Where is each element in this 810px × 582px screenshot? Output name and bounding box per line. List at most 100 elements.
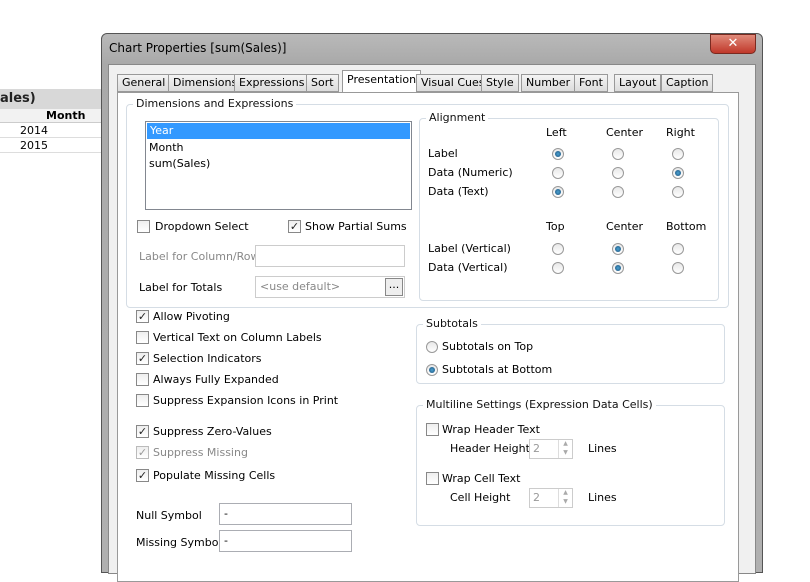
option-label: Suppress Zero-Values — [153, 425, 272, 438]
vertical-alignment-radio[interactable] — [612, 262, 624, 274]
alignment-radio[interactable] — [612, 186, 624, 198]
value: - — [224, 534, 228, 547]
dropdown-select-label: Dropdown Select — [155, 220, 249, 233]
lines-label: Lines — [588, 491, 617, 504]
vertical-alignment-radio[interactable] — [672, 243, 684, 255]
close-button[interactable]: ✕ — [710, 34, 756, 54]
tab-caption[interactable]: Caption — [661, 74, 714, 92]
vertical-alignment-radio[interactable] — [552, 243, 564, 255]
alignment-radio[interactable] — [672, 148, 684, 160]
subtotals-bottom-radio[interactable] — [426, 364, 438, 376]
dialog-title: Chart Properties [sum(Sales)] — [109, 41, 287, 55]
subtotals-bottom-label: Subtotals at Bottom — [442, 363, 553, 376]
browse-label: ... — [388, 278, 400, 291]
label-column-row-input[interactable] — [255, 245, 405, 267]
column-header: Top — [546, 220, 565, 233]
alignment-radio[interactable] — [612, 148, 624, 160]
tab-expressions[interactable]: Expressions — [234, 74, 310, 92]
list-item[interactable]: sum(Sales) — [146, 156, 411, 172]
tab-font[interactable]: Font — [574, 74, 608, 92]
vertical-alignment-radio[interactable] — [672, 262, 684, 274]
column-header: Center — [606, 220, 644, 233]
dialog-body: General Dimensions Expressions Sort Presenta… — [108, 64, 756, 582]
multiline-group: Multiline Settings (Expression Data Cell… — [416, 398, 725, 526]
wrap-cell-checkbox[interactable] — [426, 472, 439, 485]
option-label: Suppress Expansion Icons in Print — [153, 394, 339, 407]
label-column-row-label: Label for Column/Row — [139, 250, 260, 263]
row-label: Data (Numeric) — [428, 166, 513, 179]
row-label: Label (Vertical) — [428, 242, 511, 255]
tab-presentation[interactable]: Presentation — [342, 70, 422, 93]
dimensions-list[interactable]: Year Month sum(Sales) — [145, 121, 412, 210]
row-label: Label — [428, 147, 458, 160]
cell-height-stepper[interactable]: 2 ▲ ▼ — [529, 488, 573, 508]
chart-properties-dialog: Chart Properties [sum(Sales)] ✕ General D… — [101, 33, 763, 582]
option-checkbox[interactable] — [136, 373, 149, 386]
cell: 2014 — [20, 124, 48, 137]
option-checkbox[interactable]: ✓ — [136, 446, 149, 459]
down-icon[interactable]: ▼ — [558, 449, 572, 458]
column-header: Center — [606, 126, 644, 139]
background-table-header: Month — [0, 109, 101, 123]
vertical-alignment-radio[interactable] — [612, 243, 624, 255]
browse-button[interactable]: ... — [385, 278, 403, 296]
label-totals-label: Label for Totals — [139, 281, 223, 294]
alignment-radio[interactable] — [672, 167, 684, 179]
group-legend: Alignment — [426, 111, 489, 124]
column-header-month: Month — [46, 109, 86, 122]
tab-sort[interactable]: Sort — [306, 74, 339, 92]
option-checkbox[interactable]: ✓ — [136, 352, 149, 365]
show-partial-sums-checkbox[interactable]: ✓ — [288, 220, 301, 233]
tab-dimensions[interactable]: Dimensions — [168, 74, 243, 92]
tab-layout[interactable]: Layout — [614, 74, 662, 92]
option-label: Populate Missing Cells — [153, 469, 276, 482]
option-label: Always Fully Expanded — [153, 373, 279, 386]
vertical-alignment-radio[interactable] — [552, 262, 564, 274]
option-label: Suppress Missing — [153, 446, 248, 459]
null-symbol-label: Null Symbol — [136, 509, 202, 522]
background-chart-title: ales) — [0, 89, 101, 109]
alignment-radio[interactable] — [552, 167, 564, 179]
missing-symbol-input[interactable]: - — [219, 530, 352, 552]
option-checkbox[interactable]: ✓ — [136, 310, 149, 323]
list-item[interactable]: Year — [147, 123, 410, 139]
group-legend: Dimensions and Expressions — [133, 97, 297, 110]
alignment-radio[interactable] — [552, 148, 564, 160]
show-partial-sums-label: Show Partial Sums — [305, 220, 407, 233]
tab-style[interactable]: Style — [481, 74, 519, 92]
tab-visual-cues[interactable]: Visual Cues — [416, 74, 490, 92]
row-label: Data (Text) — [428, 185, 489, 198]
value: - — [224, 507, 228, 520]
value: 2 — [533, 442, 540, 455]
alignment-radio[interactable] — [552, 186, 564, 198]
tab-number[interactable]: Number — [521, 74, 576, 92]
group-legend: Multiline Settings (Expression Data Cell… — [423, 398, 656, 411]
wrap-header-checkbox[interactable] — [426, 423, 439, 436]
list-item[interactable]: Month — [146, 140, 411, 156]
option-checkbox[interactable] — [136, 331, 149, 344]
up-icon[interactable]: ▲ — [558, 440, 572, 449]
label-totals-input[interactable]: <use default> — [255, 276, 405, 298]
subtotals-top-radio[interactable] — [426, 341, 438, 353]
wrap-header-label: Wrap Header Text — [442, 423, 540, 436]
header-height-label: Header Height — [450, 442, 530, 455]
alignment-radio[interactable] — [612, 167, 624, 179]
group-legend: Subtotals — [423, 317, 481, 330]
subtotals-group: Subtotals Subtotals on Top Subtotals at … — [416, 317, 725, 384]
column-header: Bottom — [666, 220, 707, 233]
null-symbol-input[interactable]: - — [219, 503, 352, 525]
dropdown-select-checkbox[interactable] — [137, 220, 150, 233]
tab-general[interactable]: General — [117, 74, 171, 92]
column-header: Right — [666, 126, 695, 139]
value: 2 — [533, 491, 540, 504]
table-row: 2015 — [0, 139, 101, 153]
header-height-stepper[interactable]: 2 ▲ ▼ — [529, 439, 573, 459]
down-icon[interactable]: ▼ — [558, 498, 572, 507]
option-checkbox[interactable] — [136, 394, 149, 407]
up-icon[interactable]: ▲ — [558, 489, 572, 498]
alignment-radio[interactable] — [672, 186, 684, 198]
cell-height-label: Cell Height — [450, 491, 511, 504]
option-checkbox[interactable]: ✓ — [136, 469, 149, 482]
option-checkbox[interactable]: ✓ — [136, 425, 149, 438]
lines-label: Lines — [588, 442, 617, 455]
